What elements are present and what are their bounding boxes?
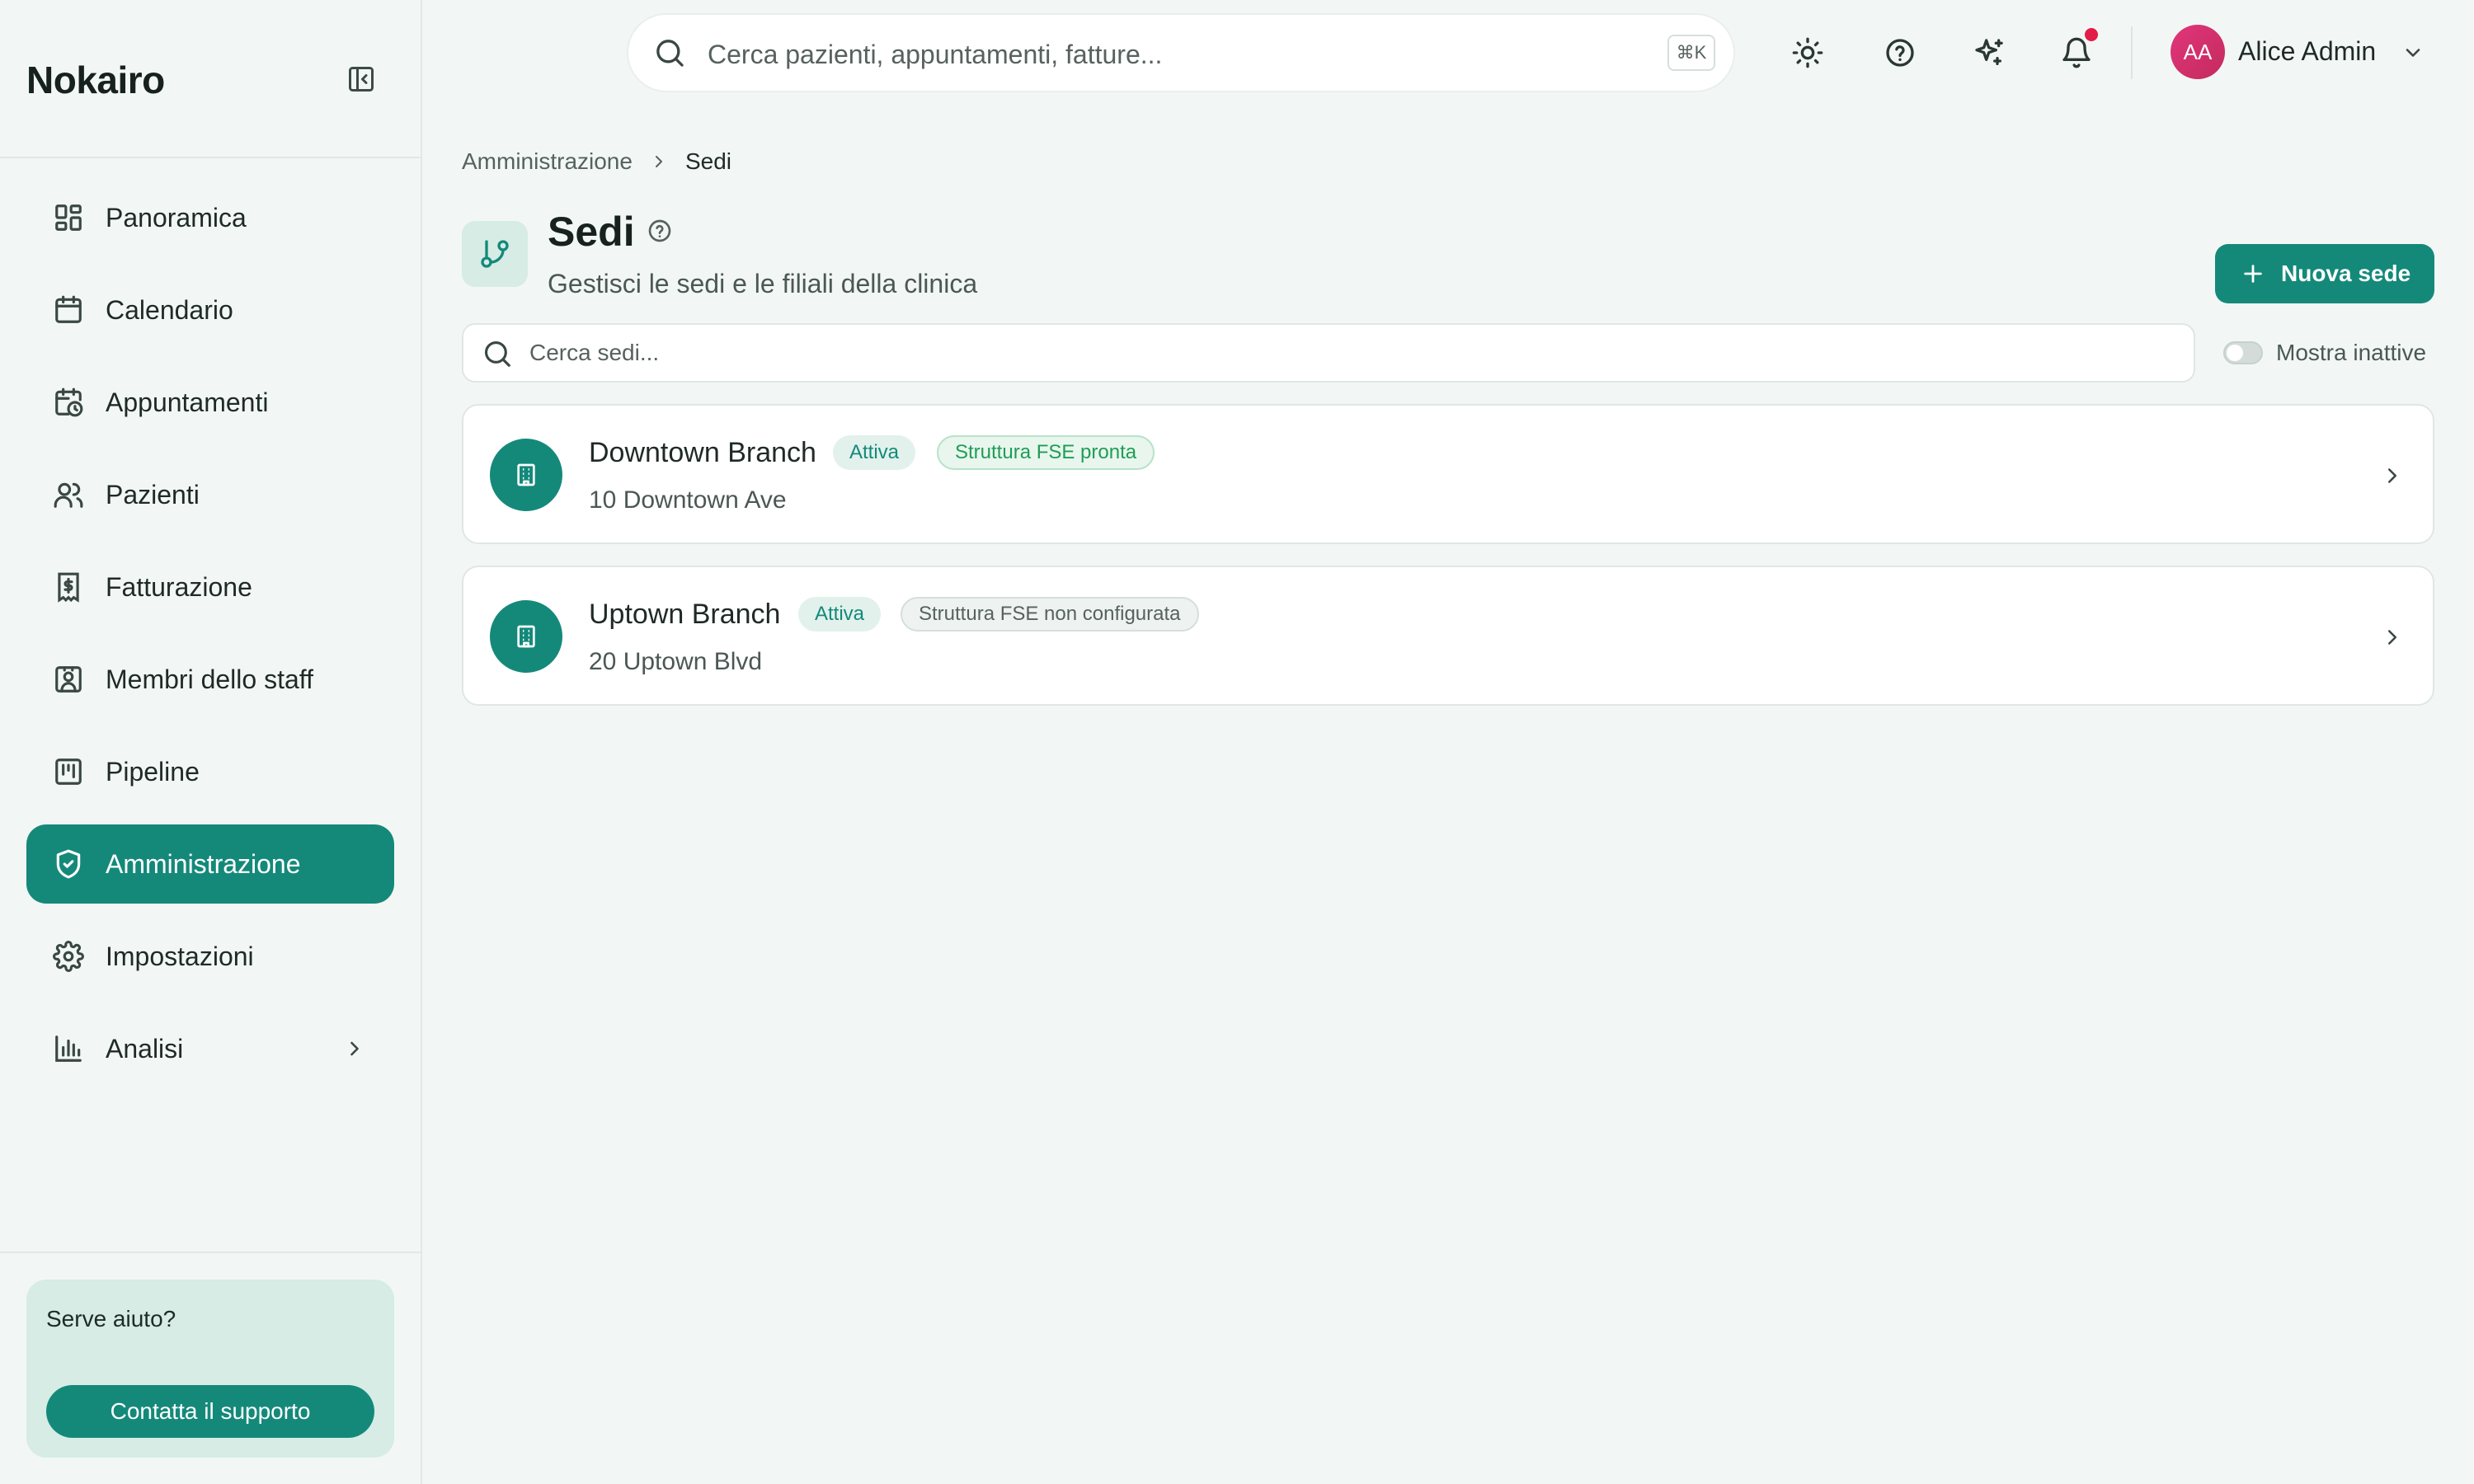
location-card-downtown[interactable]: Downtown Branch Attiva Struttura FSE pro… [462,404,2434,544]
fse-status-badge: Struttura FSE non configurata [901,597,1199,632]
breadcrumb-parent-link[interactable]: Amministrazione [462,148,633,175]
building-icon [517,463,535,486]
contact-support-button[interactable]: Contatta il supporto [46,1385,374,1438]
sidebar-item-label: Membri dello staff [106,664,313,694]
global-search[interactable]: Cerca pazienti, appuntamenti, fatture...… [627,13,1735,92]
help-card: Serve aiuto? Contatta il supporto [26,1280,394,1458]
location-card-uptown[interactable]: Uptown Branch Attiva Struttura FSE non c… [462,566,2434,706]
calendar-icon [55,295,82,323]
show-inactive-label: Mostra inattive [2276,340,2427,365]
chevron-down-icon [2406,49,2420,57]
new-location-button[interactable]: Nuova sede [2215,244,2434,303]
user-menu[interactable]: AA Alice Admin [2171,25,2426,81]
gear-icon [53,941,84,972]
chevron-right-icon [350,1041,359,1056]
chevron-right-icon [2388,468,2396,483]
notification-dot [2085,28,2098,41]
git-branch-icon [481,240,509,268]
help-circle-icon[interactable] [647,218,673,244]
help-circle-icon[interactable] [1884,36,1917,69]
search-icon [484,340,510,367]
global-search-placeholder: Cerca pazienti, appuntamenti, fatture... [708,40,1163,69]
sidebar-divider [0,1252,421,1253]
sidebar-item-amministrazione[interactable]: Amministrazione [26,824,394,904]
status-badge: Attiva [798,597,882,632]
building-icon-badge [490,439,562,511]
users-icon [54,482,83,508]
user-name: Alice Admin [2238,36,2377,66]
topbar-divider [2131,26,2133,79]
sidebar-item-appuntamenti[interactable]: Appuntamenti [26,363,394,442]
sidebar-item-calendario[interactable]: Calendario [26,270,394,350]
breadcrumb-current: Sedi [684,148,731,174]
search-icon [656,40,684,67]
sidebar-item-label: Pipeline [106,756,200,787]
breadcrumb: Amministrazione Sedi [462,148,731,175]
location-name: Downtown Branch [589,437,816,468]
location-name: Uptown Branch [589,599,781,630]
location-address: 10 Downtown Ave [589,486,787,514]
building-icon-badge [490,600,562,673]
chevron-right-icon [655,156,662,167]
location-search [462,323,2195,383]
sidebar-item-label: Pazienti [106,479,200,510]
shortcut-badge: ⌘K [1667,35,1715,71]
sidebar-item-label: Appuntamenti [106,387,269,417]
shield-check-icon [56,849,81,879]
sidebar-item-pazienti[interactable]: Pazienti [26,455,394,534]
dashboard-icon [55,204,82,231]
sidebar-item-label: Fatturazione [106,571,252,602]
sidebar-header: Nokairo [0,0,421,158]
bar-chart-icon [55,1036,82,1062]
sidebar-item-fatturazione[interactable]: Fatturazione [26,547,394,627]
calendar-clock-icon [55,387,83,417]
sidebar-item-impostazioni[interactable]: Impostazioni [26,917,394,996]
page-subtitle: Gestisci le sedi e le filiali della clin… [548,269,978,298]
kanban-icon [55,758,82,785]
sidebar-item-label: Panoramica [106,202,247,232]
fse-status-badge: Struttura FSE pronta [937,435,1155,470]
location-address: 20 Uptown Blvd [589,648,763,675]
staff-badge-icon [55,666,82,693]
location-search-input[interactable] [529,335,2162,371]
sidebar: Nokairo Panoramica Calendario Appuntamen… [0,0,422,1484]
invoice-icon [58,572,79,603]
sidebar-collapse-icon[interactable] [345,64,378,94]
sidebar-item-label: Impostazioni [106,941,254,971]
status-badge: Attiva [833,435,916,470]
sidebar-item-label: Calendario [106,294,233,325]
sidebar-item-analisi[interactable]: Analisi [26,1009,394,1088]
sidebar-item-panoramica[interactable]: Panoramica [26,178,394,257]
chevron-right-icon [2388,630,2396,645]
new-location-label: Nuova sede [2281,261,2411,286]
sun-icon[interactable] [1791,36,1824,69]
plus-icon [2244,265,2262,283]
sidebar-item-label: Amministrazione [106,848,301,879]
page-icon-badge [462,221,528,287]
page-title: Sedi [548,209,635,255]
app-root: Nokairo Panoramica Calendario Appuntamen… [0,0,2474,1484]
avatar: AA [2171,25,2225,79]
show-inactive-toggle[interactable] [2223,341,2263,364]
sidebar-item-label: Analisi [106,1033,184,1064]
sparkles-icon[interactable] [1973,36,2006,69]
sidebar-item-pipeline[interactable]: Pipeline [26,732,394,811]
building-icon [517,625,535,648]
sidebar-item-staff[interactable]: Membri dello staff [26,640,394,719]
brand-logo: Nokairo [26,59,165,101]
bell-icon[interactable] [2060,36,2093,69]
help-title: Serve aiuto? [46,1306,176,1331]
sidebar-nav: Panoramica Calendario Appuntamenti Pazie… [26,178,394,1101]
